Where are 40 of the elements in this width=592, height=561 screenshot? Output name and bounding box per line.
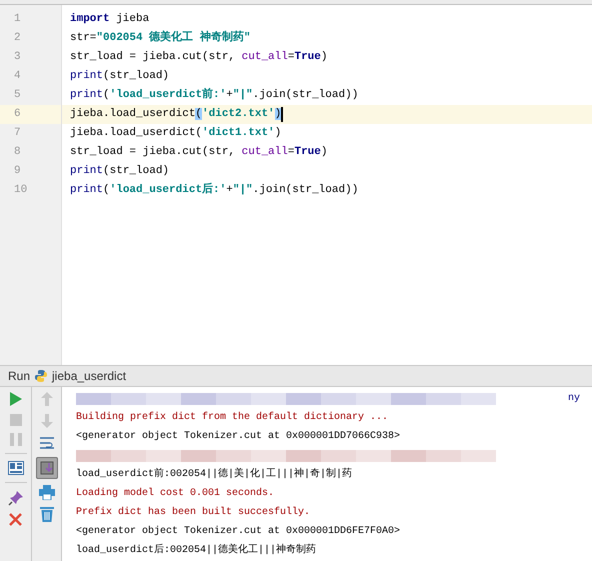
line-number: 7	[13, 126, 22, 141]
layout-icon[interactable]	[8, 461, 24, 475]
console-text-fragment: ny	[568, 392, 581, 406]
print-icon[interactable]	[38, 485, 54, 500]
console-output-line: <generator object Tokenizer.cut at 0x000001DD6FE7F0A0>	[76, 524, 400, 539]
code-line: print('load_userdict后:'+"|".join(str_load))	[70, 182, 358, 198]
code-line: jieba.load_userdict('dict1.txt')	[70, 126, 282, 141]
console-output-line: load_userdict前:002054||德|美|化|工|||神|奇|制|药	[76, 467, 352, 482]
line-number: 2	[13, 31, 22, 46]
pin-icon[interactable]	[8, 490, 24, 506]
code-line: str_load = jieba.cut(str, cut_all=True)	[70, 50, 328, 65]
console-error-line: Building prefix dict from the default dictionary ...	[76, 410, 388, 425]
code-line: print('load_userdict前:'+"|".join(str_load))	[70, 86, 358, 103]
console-error-line: Prefix dict has been built succesfully.	[76, 506, 310, 520]
line-number: 3	[13, 50, 22, 65]
line-number: 5	[13, 88, 22, 103]
line-number: 4	[13, 69, 22, 84]
line-number: 6	[0, 105, 61, 124]
console-output-line: load_userdict后:002054||德美化工|||神奇制药	[76, 543, 316, 558]
console-output-line: <generator object Tokenizer.cut at 0x000001DD7066C938>	[76, 430, 400, 444]
run-tab-label: Run	[8, 368, 30, 385]
code-line: import jieba	[70, 12, 150, 27]
run-icon[interactable]	[8, 391, 22, 407]
line-number: 9	[13, 164, 22, 179]
code-line: jieba.load_userdict('dict2.txt')	[70, 107, 282, 122]
python-icon	[34, 369, 48, 383]
line-number: 8	[13, 145, 22, 160]
run-configuration-name: jieba_userdict	[52, 368, 126, 385]
code-line: print(str_load)	[70, 69, 170, 84]
line-number: 10	[13, 183, 28, 198]
code-line: str="002054 德美化工 神奇制药"	[70, 29, 250, 46]
code-line: print(str_load)	[70, 164, 170, 179]
close-icon[interactable]	[9, 513, 22, 526]
line-number: 1	[13, 12, 22, 27]
soft-wrap-icon[interactable]	[38, 435, 54, 451]
code-line: str_load = jieba.cut(str, cut_all=True)	[70, 145, 328, 160]
scroll-to-end-button[interactable]	[36, 457, 58, 479]
down-arrow-tray-icon	[40, 461, 54, 475]
trash-icon[interactable]	[40, 506, 54, 522]
console-error-line: Loading model cost 0.001 seconds.	[76, 486, 274, 501]
